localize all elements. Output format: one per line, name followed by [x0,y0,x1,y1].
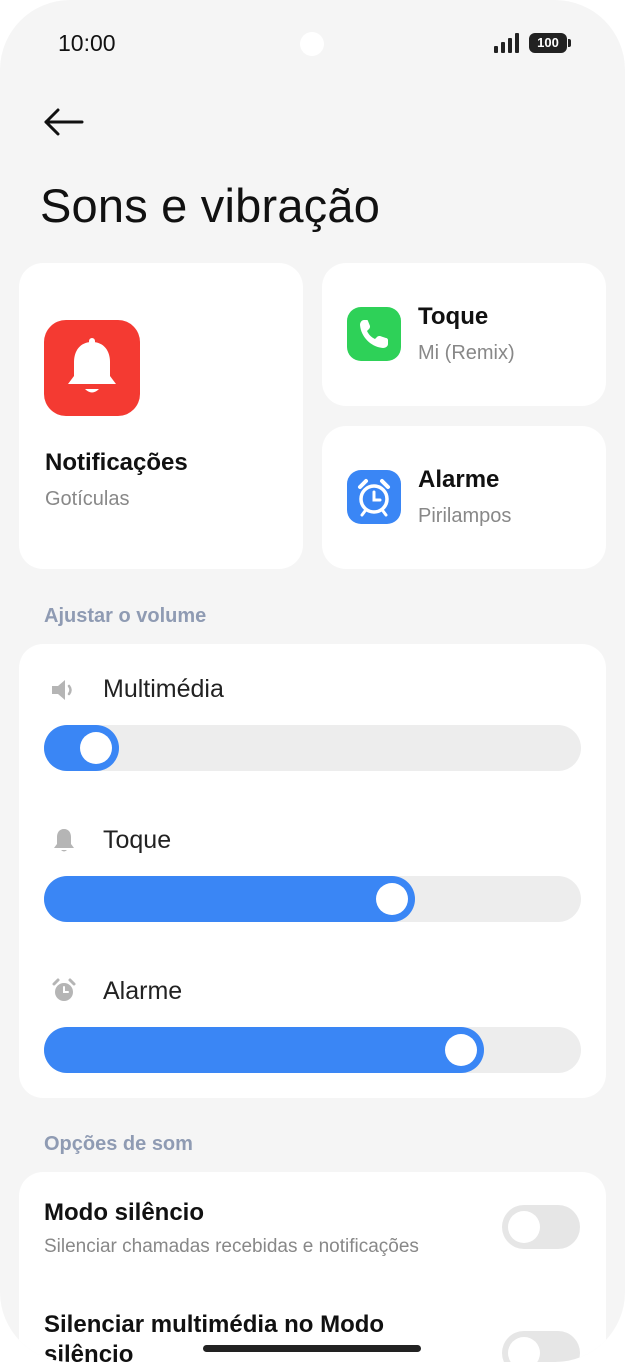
home-indicator[interactable] [203,1345,421,1352]
status-time: 10:00 [58,30,116,56]
sound-options-section-label: Opções de som [44,1133,193,1155]
signal-icon [494,33,519,53]
ringtone-slider-fill [44,876,415,922]
phone-icon [347,307,401,361]
ringtone-tile[interactable]: Toque Mi (Remix) [322,263,606,406]
silent-mode-toggle-knob [508,1211,540,1243]
mute-media-toggle[interactable] [502,1331,580,1362]
sound-options-card: Modo silêncio Silenciar chamadas recebid… [19,1172,606,1362]
silent-mode-title: Modo silêncio [44,1199,205,1226]
battery-icon: 100 [529,33,571,53]
multimedia-label: Multimédia [103,675,224,703]
notifications-title: Notificações [45,449,188,476]
mute-media-title: Silenciar multimédia no Modo silêncio [44,1311,385,1362]
alarm-clock-icon [52,978,76,1001]
alarm-slider-knob[interactable] [445,1034,477,1066]
silent-mode-toggle[interactable] [502,1205,580,1249]
alarm-volume-label: Alarme [103,977,183,1005]
multimedia-slider[interactable] [44,725,581,771]
alarm-clock-icon [347,470,401,524]
notifications-tile[interactable]: Notificações Gotículas [19,263,303,569]
ringtone-slider-knob[interactable] [376,883,408,915]
notifications-subtitle: Gotículas [45,488,130,510]
camera-cutout [300,32,324,56]
page-title: Sons e vibração [40,179,381,232]
back-button[interactable] [38,102,88,142]
ringtone-volume-label: Toque [103,826,172,854]
volume-card: Multimédia Toque Alarme [19,644,606,1098]
ringtone-slider[interactable] [44,876,581,922]
mute-media-toggle-knob [508,1337,540,1362]
alarm-tile[interactable]: Alarme Pirilampos [322,426,606,569]
alarm-slider[interactable] [44,1027,581,1073]
status-bar: 10:00 100 [0,0,625,88]
alarm-title: Alarme [418,466,500,493]
bell-icon [44,320,140,416]
ringtone-subtitle: Mi (Remix) [418,342,515,364]
volume-section-label: Ajustar o volume [44,605,207,627]
multimedia-slider-knob[interactable] [80,732,112,764]
silent-mode-subtitle: Silenciar chamadas recebidas e notificaç… [44,1236,419,1257]
alarm-slider-fill [44,1027,484,1073]
alarm-subtitle: Pirilampos [418,505,512,527]
phone-screen: 10:00 100 Sons e vibração Notificações G… [0,0,625,1362]
arrow-left-icon [44,108,84,136]
ringtone-title: Toque [418,303,489,330]
bell-icon [54,829,74,852]
speaker-icon [52,680,72,700]
